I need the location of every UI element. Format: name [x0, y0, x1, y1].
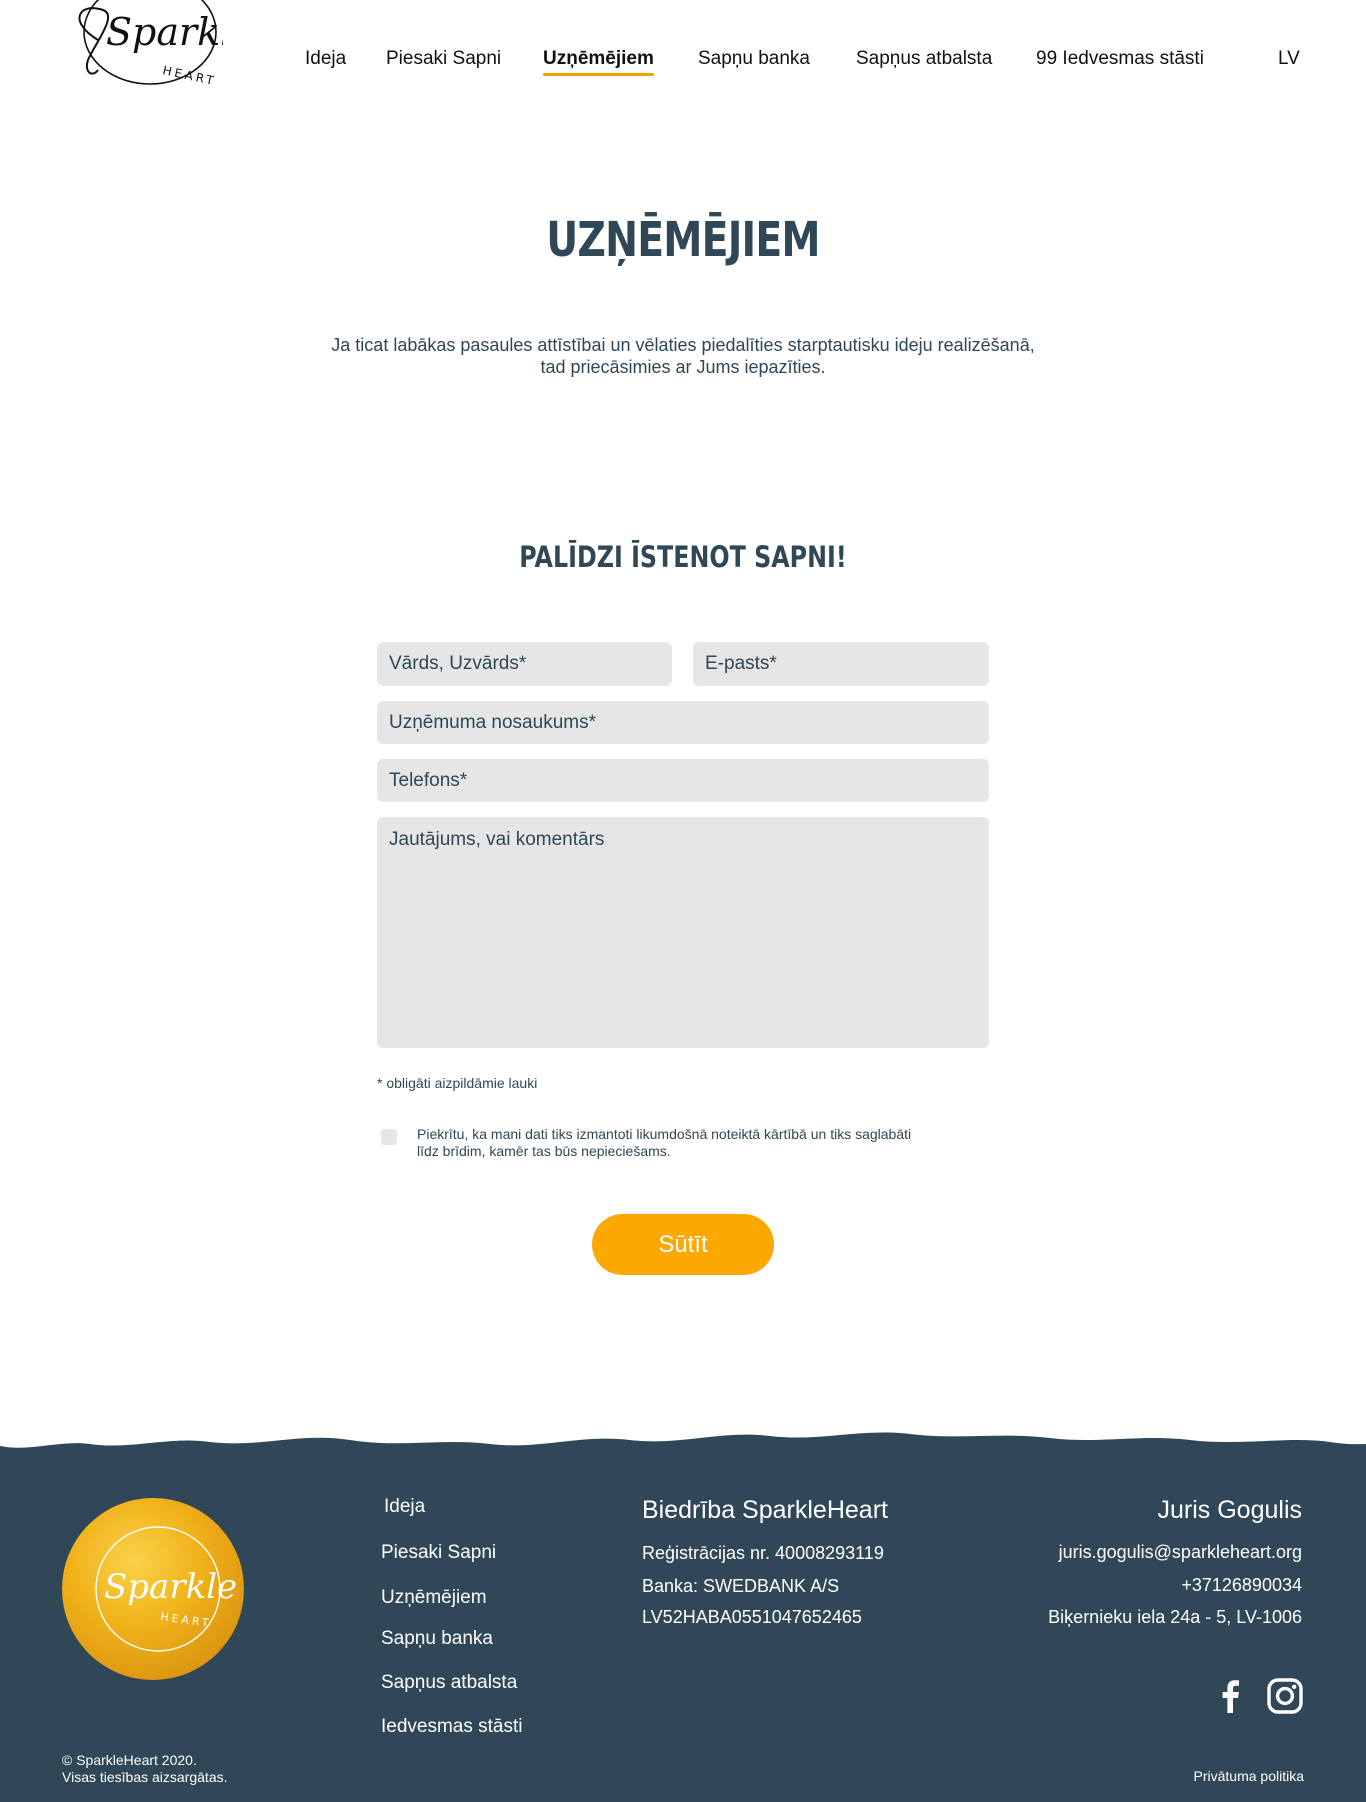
intro-line-2: tad priecāsimies ar Jums iepazīties. — [540, 357, 826, 377]
copyright-line-1: © SparkleHeart 2020. — [62, 1752, 197, 1768]
nav-uznemejiem[interactable]: Uzņēmējiem — [543, 48, 654, 76]
footer-iban: LV52HABA0551047652465 — [642, 1607, 862, 1627]
required-note: * obligāti aizpildāmie lauki — [377, 1075, 538, 1091]
comment-textarea[interactable] — [377, 817, 989, 1048]
company-input[interactable] — [377, 701, 989, 744]
footer-registration: Reģistrācijas nr. 40008293119 — [642, 1543, 884, 1563]
submit-button[interactable]: Sūtīt — [592, 1214, 774, 1275]
footer-contact-email[interactable]: juris.gogulis@sparkleheart.org — [1059, 1542, 1302, 1563]
copyright-line-2: Visas tiesības aizsargātas. — [62, 1769, 228, 1785]
form-section-title: PALĪDZI ĪSTENOT SAPNI! — [519, 540, 847, 574]
footer-bank: Banka: SWEDBANK A/S — [642, 1576, 840, 1596]
footer-contact-address: Biķernieku iela 24a - 5, LV-1006 — [1048, 1607, 1302, 1627]
name-input[interactable] — [377, 642, 672, 686]
phone-input[interactable] — [377, 759, 989, 802]
main-nav: Ideja Piesaki Sapni Uzņēmējiem Sapņu ban… — [0, 48, 1366, 78]
nav-iedvesmas-stasti[interactable]: 99 Iedvesmas stāsti — [1036, 48, 1204, 70]
instagram-icon[interactable] — [1266, 1677, 1304, 1715]
footer-nav-sapnus-atbalsta[interactable]: Sapņus atbalsta — [381, 1672, 517, 1694]
footer-org-name: Biedrība SparkleHeart — [642, 1496, 888, 1524]
facebook-icon[interactable] — [1212, 1677, 1250, 1715]
footer-nav-ideja[interactable]: Ideja — [384, 1496, 425, 1518]
footer-contact-phone[interactable]: +37126890034 — [1181, 1575, 1302, 1596]
nav-sapnu-banka[interactable]: Sapņu banka — [698, 48, 810, 70]
sparkle-heart-logo[interactable]: Sparkle HEART — [58, 0, 223, 94]
site-header: Sparkle HEART Ideja Piesaki Sapni Uzņēmē… — [0, 0, 1366, 110]
footer-logo-mark: Sparkle HEART — [95, 1526, 237, 1652]
nav-piesaki-sapni[interactable]: Piesaki Sapni — [386, 48, 501, 70]
consent-text: Piekrītu, ka mani dati tiks izmantoti li… — [417, 1126, 997, 1160]
footer-logo-text: Sparkle — [104, 1567, 237, 1607]
footer-nav-piesaki-sapni[interactable]: Piesaki Sapni — [381, 1542, 496, 1564]
footer-nav-iedvesmas-stasti[interactable]: Iedvesmas stāsti — [381, 1716, 523, 1738]
consent-line-1: Piekrītu, ka mani dati tiks izmantoti li… — [417, 1126, 912, 1142]
footer-nav-uznemejiem[interactable]: Uzņēmējiem — [381, 1587, 487, 1609]
language-switch[interactable]: LV — [1278, 48, 1300, 70]
footer-logo-subtext: HEART — [160, 1610, 213, 1630]
nav-ideja[interactable]: Ideja — [305, 48, 346, 70]
page-title: UZŅĒMĒJIEM — [546, 212, 820, 268]
consent-line-2: līdz brīdim, kamēr tas būs nepieciešams. — [417, 1143, 671, 1159]
footer-logo[interactable]: Sparkle HEART — [62, 1498, 244, 1680]
intro-text: Ja ticat labākas pasaules attīstībai un … — [283, 334, 1083, 378]
nav-sapnus-atbalsta[interactable]: Sapņus atbalsta — [856, 48, 992, 70]
privacy-policy-link[interactable]: Privātuma politika — [1194, 1768, 1305, 1784]
footer-nav-sapnu-banka[interactable]: Sapņu banka — [381, 1628, 493, 1650]
copyright: © SparkleHeart 2020. Visas tiesības aizs… — [62, 1752, 228, 1786]
intro-line-1: Ja ticat labākas pasaules attīstībai un … — [331, 335, 1035, 355]
consent-checkbox[interactable] — [381, 1129, 397, 1145]
footer-contact-name: Juris Gogulis — [1157, 1496, 1303, 1524]
email-input[interactable] — [693, 642, 989, 686]
